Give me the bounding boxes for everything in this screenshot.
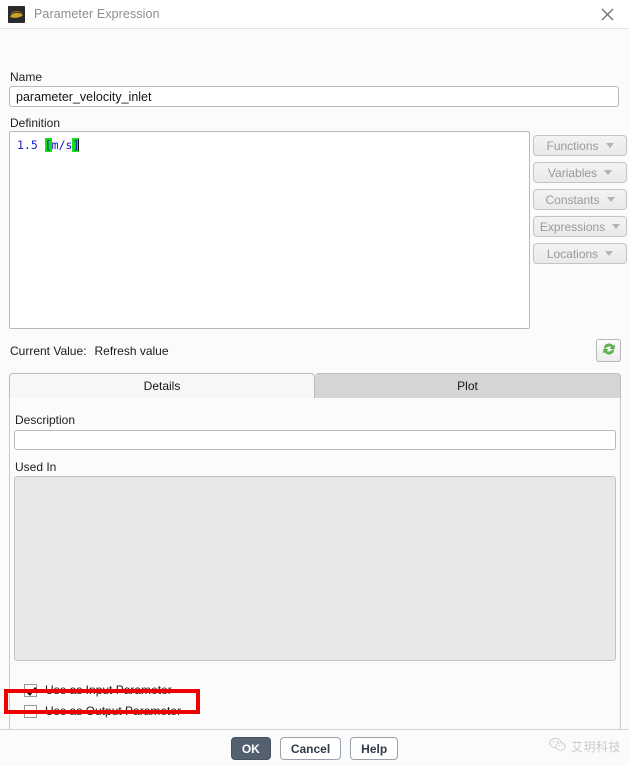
definition-editor[interactable]: 1.5 [m/s] <box>9 131 530 329</box>
ok-button[interactable]: OK <box>230 737 271 760</box>
definition-expression: 1.5 [m/s] <box>17 138 522 152</box>
locations-dropdown-label: Locations <box>546 246 599 261</box>
description-input[interactable] <box>14 430 616 450</box>
dialog-footer: OK Cancel Help <box>0 729 629 766</box>
help-button[interactable]: Help <box>350 737 399 760</box>
definition-open-bracket: [ <box>44 138 52 152</box>
used-in-label: Used In <box>15 460 57 474</box>
chevron-down-icon <box>612 224 621 229</box>
expressions-dropdown[interactable]: Expressions <box>533 216 627 237</box>
definition-unit: m/s <box>51 138 73 152</box>
text-caret <box>78 139 80 151</box>
expressions-dropdown-label: Expressions <box>539 219 606 234</box>
dialog-body: Name Definition 1.5 [m/s] Functions Vari… <box>0 29 629 735</box>
refresh-icon <box>601 341 617 360</box>
tab-bar: Details Plot <box>9 373 621 398</box>
footer-button-row: OK Cancel Help <box>0 737 629 760</box>
chevron-down-icon <box>605 143 614 148</box>
variables-dropdown[interactable]: Variables <box>533 162 627 183</box>
tab-details[interactable]: Details <box>9 373 315 398</box>
use-as-input-parameter-checkbox[interactable]: Use as Input Parameter <box>24 683 172 697</box>
current-value-label: Current Value: <box>10 344 87 358</box>
insert-button-group: Functions Variables Constants Expression… <box>533 135 627 264</box>
constants-dropdown[interactable]: Constants <box>533 189 627 210</box>
tab-plot[interactable]: Plot <box>315 373 621 398</box>
chevron-down-icon <box>606 197 615 202</box>
checkbox-unchecked-icon <box>24 704 37 718</box>
tab-details-label: Details <box>143 379 181 393</box>
current-value-row: Current Value: Refresh value <box>10 344 169 358</box>
functions-dropdown[interactable]: Functions <box>533 135 627 156</box>
definition-number: 1.5 <box>17 138 38 152</box>
details-panel: Description Used In Use as Input Paramet… <box>9 398 621 735</box>
definition-label: Definition <box>10 116 61 130</box>
locations-dropdown[interactable]: Locations <box>533 243 627 264</box>
name-input[interactable] <box>9 86 619 107</box>
chevron-down-icon <box>605 251 614 256</box>
name-label: Name <box>10 70 43 84</box>
current-value-text: Refresh value <box>94 344 169 358</box>
chevron-down-icon <box>604 170 613 175</box>
checkbox-checked-icon <box>24 683 37 697</box>
tab-plot-label: Plot <box>457 379 478 393</box>
close-icon[interactable] <box>585 0 629 29</box>
refresh-value-button[interactable] <box>596 339 621 362</box>
window-title: Parameter Expression <box>34 7 160 21</box>
use-as-output-parameter-checkbox[interactable]: Use as Output Parameter <box>24 704 181 718</box>
variables-dropdown-label: Variables <box>547 165 598 180</box>
constants-dropdown-label: Constants <box>545 192 600 207</box>
use-as-output-parameter-label: Use as Output Parameter <box>45 704 182 718</box>
use-as-input-parameter-label: Use as Input Parameter <box>45 683 172 697</box>
used-in-list[interactable] <box>14 476 616 661</box>
app-icon <box>8 5 25 23</box>
description-label: Description <box>15 413 76 427</box>
functions-dropdown-label: Functions <box>546 138 599 153</box>
cancel-button[interactable]: Cancel <box>279 737 342 760</box>
title-bar: Parameter Expression <box>0 0 629 29</box>
